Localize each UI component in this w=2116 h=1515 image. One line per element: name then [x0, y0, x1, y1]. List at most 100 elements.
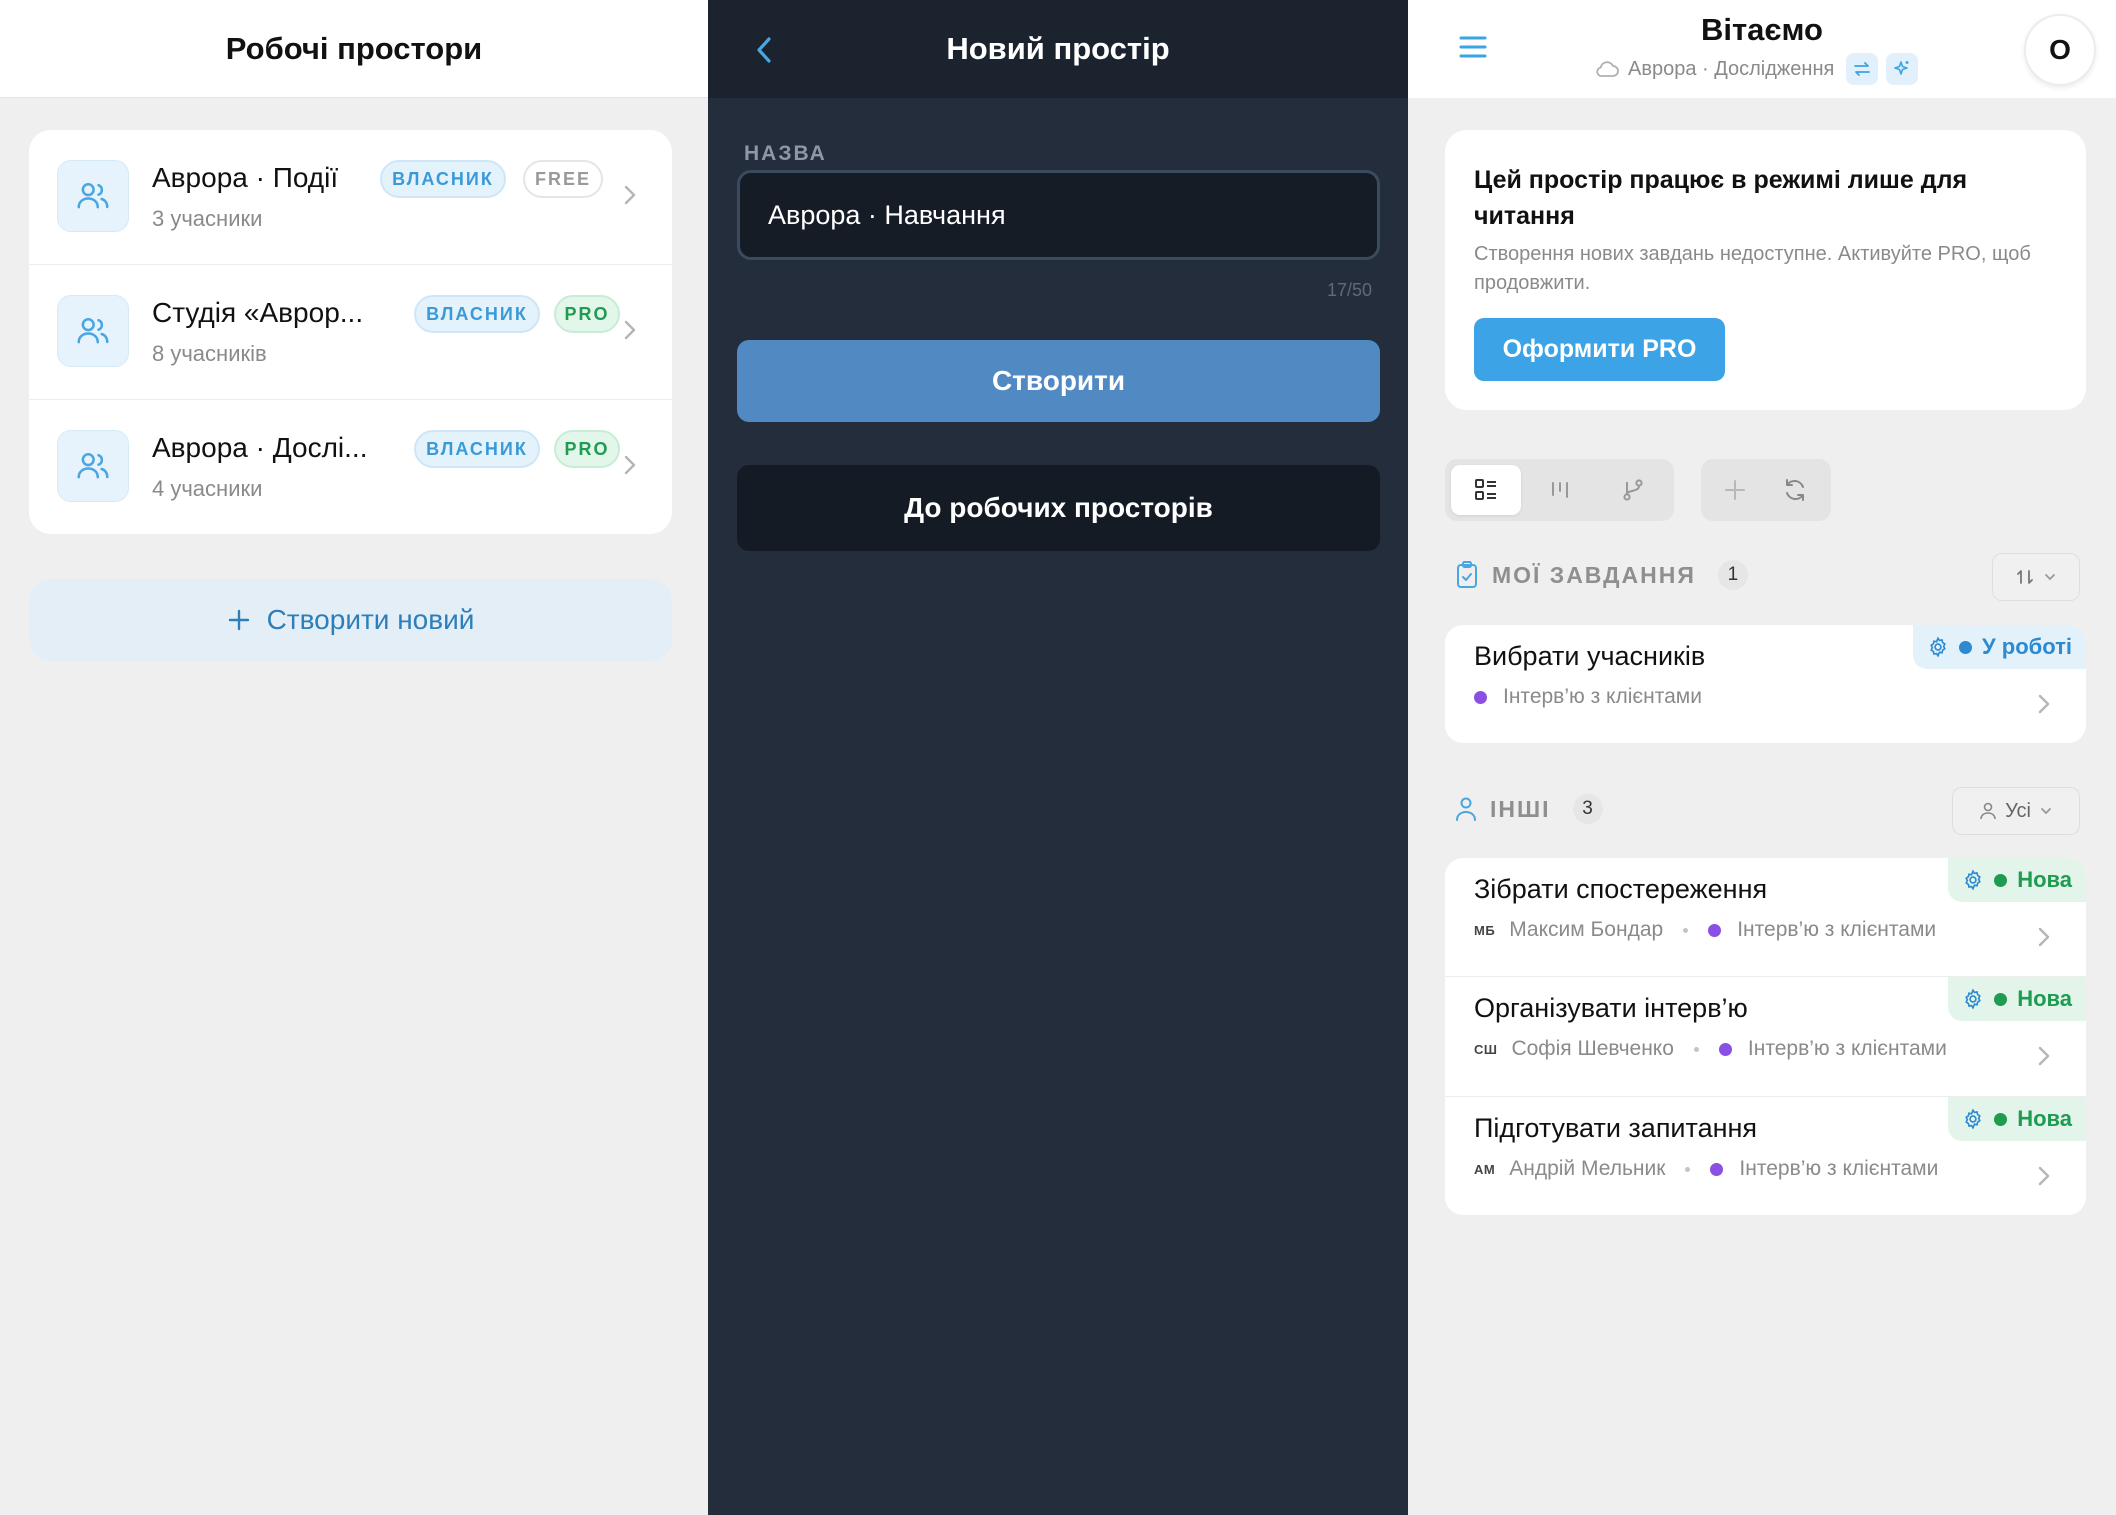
user-icon	[1456, 797, 1476, 821]
back-chevron-icon[interactable]	[754, 34, 774, 66]
separator-dot	[1693, 1046, 1699, 1052]
new-space-panel: Новий простір НАЗВА Аврора · Навчання 17…	[708, 0, 1408, 1515]
my-tasks-label: МОЇ ЗАВДАННЯ	[1492, 561, 1696, 588]
chevron-right-icon	[622, 317, 638, 343]
others-count: 3	[1572, 794, 1603, 824]
assignee-name: Андрій Мельник	[1509, 1157, 1666, 1180]
workspace-item[interactable]: Аврора · Дослі... ВЛАСНИК PRO 4 учасники	[29, 400, 672, 534]
status-label: Нова	[2017, 1106, 2072, 1131]
create-button[interactable]: Створити	[737, 340, 1380, 422]
plan-badge: PRO	[554, 295, 620, 333]
avatar[interactable]: О	[2024, 14, 2096, 86]
assignee-filter[interactable]: Усі	[1952, 787, 2080, 835]
owner-badge: ВЛАСНИК	[414, 295, 540, 333]
status-dot	[1994, 992, 2008, 1006]
name-input[interactable]: Аврора · Навчання	[737, 170, 1380, 260]
actions-group	[1701, 459, 1831, 521]
chevron-right-icon	[2036, 1163, 2052, 1189]
clipboard-icon	[1457, 561, 1477, 588]
workspace-switcher[interactable]: Аврора · Дослідження	[1594, 53, 1919, 85]
plan-badge: PRO	[554, 430, 620, 468]
refresh-icon[interactable]	[1767, 465, 1823, 515]
assignee-name: Максим Бондар	[1509, 918, 1664, 941]
switch-icon[interactable]	[1846, 53, 1879, 85]
assignee-name: Софія Шевченко	[1511, 1037, 1674, 1060]
gear-icon	[1965, 1108, 1982, 1130]
dashboard-header: Вітаємо Аврора · Дослідження О	[1408, 0, 2116, 98]
project-dot	[1708, 923, 1722, 937]
chevron-right-icon	[2036, 691, 2052, 717]
task-title: Підготувати запитання	[1474, 1113, 1758, 1143]
readonly-title: Цей простір працює в режимі лише для чит…	[1474, 166, 1968, 230]
page-title: Вітаємо	[1700, 12, 1823, 47]
upgrade-pro-button[interactable]: Оформити PRO	[1474, 318, 1725, 381]
gear-icon	[1965, 869, 1982, 891]
status-badge: Нова	[1948, 1097, 2086, 1141]
chevron-right-icon	[622, 452, 638, 478]
project-name: Інтерв’ю з клієнтами	[1747, 1037, 1947, 1060]
task-meta: Інтерв’ю з клієнтами	[1474, 685, 1702, 709]
task-title: Організувати інтерв’ю	[1474, 993, 1748, 1023]
list-view-icon[interactable]	[1451, 465, 1521, 515]
users-icon	[57, 160, 129, 232]
status-dot	[1994, 873, 2008, 887]
others-list: Нова Зібрати спостереження МБ Максим Бон…	[1445, 858, 2086, 1215]
task-meta: СШ Софія Шевченко Інтерв’ю з клієнтами	[1474, 1037, 1947, 1061]
readonly-description: Створення нових завдань недоступне. Акти…	[1474, 243, 2031, 294]
chevron-right-icon	[622, 182, 638, 208]
chevron-right-icon	[2036, 1043, 2052, 1069]
owner-badge: ВЛАСНИК	[380, 160, 506, 198]
char-counter: 17/50	[1326, 280, 1372, 300]
plan-badge: FREE	[523, 160, 603, 198]
add-icon[interactable]	[1707, 465, 1763, 515]
gear-icon	[1965, 988, 1982, 1010]
my-tasks-list: У роботі Вибрати учасників Інтерв’ю з кл…	[1445, 625, 2086, 743]
task-item[interactable]: Нова Зібрати спостереження МБ Максим Бон…	[1445, 858, 2086, 976]
filter-label: Усі	[2005, 799, 2031, 822]
sparkle-icon[interactable]	[1886, 53, 1919, 85]
branch-view-icon[interactable]	[1598, 465, 1668, 515]
status-badge: Нова	[1948, 858, 2086, 902]
workspace-members: 4 учасники	[152, 476, 263, 501]
workspace-members: 3 учасники	[152, 206, 263, 231]
others-label: ІНШІ	[1490, 795, 1551, 822]
workspace-name: Аврора · Дослідження	[1628, 57, 1835, 80]
view-switcher	[1445, 459, 1674, 521]
users-icon	[57, 430, 129, 502]
status-label: Нова	[2017, 986, 2072, 1011]
separator-dot	[1683, 927, 1689, 933]
create-new-workspace-button[interactable]: Створити новий	[29, 579, 672, 661]
project-name: Інтерв’ю з клієнтами	[1739, 1157, 1939, 1180]
workspace-item[interactable]: Студія «Аврор... ВЛАСНИК PRO 8 учасників	[29, 265, 672, 400]
sort-icon	[2017, 570, 2033, 584]
task-item[interactable]: Нова Підготувати запитання АМ Андрій Мел…	[1445, 1097, 2086, 1215]
sort-button[interactable]	[1992, 553, 2080, 601]
status-label: У роботі	[1981, 634, 2072, 659]
owner-badge: ВЛАСНИК	[414, 430, 540, 468]
create-new-label: Створити новий	[266, 604, 475, 635]
my-tasks-count: 1	[1717, 560, 1748, 590]
workspace-name: Аврора · Дослі...	[152, 432, 368, 463]
users-icon	[57, 295, 129, 367]
name-label: НАЗВА	[744, 142, 827, 165]
task-item[interactable]: Нова Організувати інтерв’ю СШ Софія Шевч…	[1445, 977, 2086, 1096]
status-badge: Нова	[1948, 977, 2086, 1021]
task-title: Зібрати спостереження	[1474, 874, 1768, 904]
workspace-name: Аврора · Події	[152, 162, 339, 193]
status-label: Нова	[2017, 867, 2072, 892]
workspaces-list: Аврора · Події ВЛАСНИК FREE 3 учасники С…	[29, 130, 672, 534]
project-name: Інтерв’ю з клієнтами	[1503, 685, 1702, 708]
task-meta: АМ Андрій Мельник Інтерв’ю з клієнтами	[1474, 1157, 1938, 1181]
user-icon	[1980, 802, 1996, 820]
project-dot	[1718, 1042, 1732, 1056]
gear-icon	[1930, 636, 1946, 658]
page-title: Робочі простори	[225, 30, 483, 66]
workspace-name: Студія «Аврор...	[152, 297, 364, 328]
kanban-view-icon[interactable]	[1525, 465, 1595, 515]
back-to-workspaces-button[interactable]: До робочих просторів	[737, 465, 1380, 551]
workspace-item[interactable]: Аврора · Події ВЛАСНИК FREE 3 учасники	[29, 130, 672, 265]
workspace-members: 8 учасників	[152, 341, 267, 366]
new-space-header: Новий простір	[708, 0, 1408, 98]
workspaces-panel: Робочі простори Аврора · Події ВЛАСНИК F…	[0, 0, 708, 1515]
task-item[interactable]: У роботі Вибрати учасників Інтерв’ю з кл…	[1445, 625, 2086, 743]
